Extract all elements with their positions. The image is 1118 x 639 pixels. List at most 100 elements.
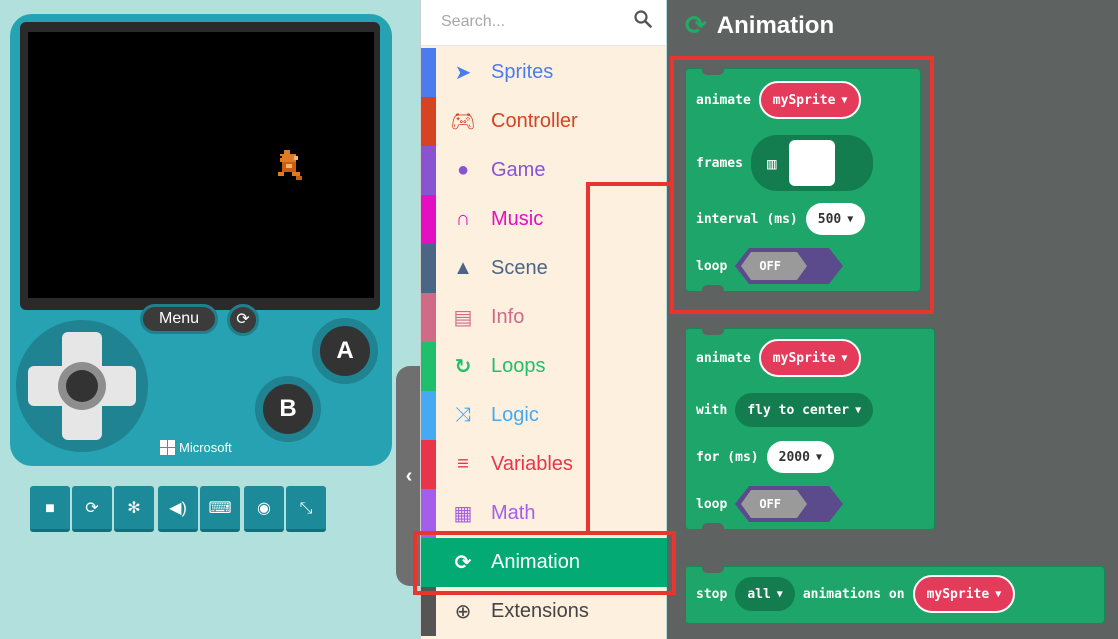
menu-button[interactable]: Menu — [140, 304, 218, 334]
windows-logo-icon — [160, 440, 175, 455]
sprite-dropdown[interactable]: mySprite ▼ — [758, 81, 862, 119]
animate-frames-block[interactable]: animate mySprite ▼ frames ▥ interval (ms… — [685, 68, 921, 292]
duration-dropdown[interactable]: 2000 ▼ — [766, 441, 834, 473]
category-stripe — [421, 489, 436, 538]
loop-toggle[interactable]: OFF — [735, 485, 845, 523]
flyout-title-label: Animation — [716, 11, 835, 39]
loop-value: OFF — [759, 497, 781, 511]
restart-game-button[interactable]: ⟳ — [227, 304, 259, 336]
game-screen[interactable] — [28, 32, 374, 298]
sprite-dropdown[interactable]: mySprite ▼ — [912, 575, 1016, 613]
category-stripe — [421, 244, 436, 293]
simulator-panel: Menu ⟳ A B Microsoft ■ ⟳ ✻ ◀) ⌨ ◉ ⤡ ‹ — [0, 0, 422, 639]
animate-path-block[interactable]: animate mySprite ▼ with fly to center ▼ … — [685, 328, 935, 530]
category-label: Game — [491, 159, 546, 181]
category-label: Music — [491, 208, 544, 230]
category-label: Controller — [491, 110, 578, 132]
category-label: Info — [491, 306, 525, 328]
stop-label: stop — [696, 586, 728, 602]
caret-down-icon: ▼ — [841, 352, 848, 364]
camera-icon: ◉ — [257, 500, 271, 517]
category-stripe — [421, 146, 436, 195]
game-console: Menu ⟳ A B Microsoft — [10, 14, 392, 466]
restart-icon: ⟳ — [236, 311, 250, 328]
category-label: Logic — [491, 404, 539, 426]
category-stripe — [421, 587, 436, 636]
category-info[interactable]: ▤ Info — [421, 293, 667, 342]
id-card-icon: ▤ — [453, 307, 473, 329]
mouse-sprite — [278, 150, 302, 180]
microsoft-logo: Microsoft — [160, 440, 232, 455]
caret-down-icon: ▼ — [776, 588, 783, 600]
category-label: Extensions — [491, 600, 589, 622]
category-loops[interactable]: ↻ Loops — [421, 342, 667, 391]
keyboard-button[interactable]: ⌨ — [200, 486, 240, 532]
collapse-simulator-button[interactable]: ‹ — [396, 366, 422, 586]
category-animation[interactable]: ⟳ Animation — [421, 538, 667, 587]
interval-dropdown[interactable]: 500 ▼ — [805, 203, 866, 235]
frames-preview — [788, 140, 835, 186]
search-input[interactable] — [421, 0, 621, 44]
stop-button[interactable]: ■ — [30, 486, 70, 532]
path-dropdown[interactable]: fly to center ▼ — [735, 393, 874, 427]
mute-button[interactable]: ◀) — [158, 486, 198, 532]
stop-kind-value: all — [747, 586, 771, 602]
tree-icon: ▲ — [453, 257, 473, 279]
loop-value: OFF — [759, 259, 781, 273]
sprite-value: mySprite — [772, 350, 836, 366]
stop-icon: ■ — [45, 500, 55, 517]
category-game[interactable]: ● Game — [421, 146, 667, 195]
list-icon: ≡ — [457, 453, 469, 475]
screen-bezel — [20, 22, 380, 310]
category-music[interactable]: ∩ Music — [421, 195, 667, 244]
category-stripe — [421, 391, 436, 440]
sprite-value: mySprite — [926, 586, 990, 602]
dpad[interactable] — [16, 320, 148, 452]
restart-button[interactable]: ⟳ — [72, 486, 112, 532]
duration-value: 2000 — [778, 449, 810, 465]
flyout-title: ⟳ Animation — [685, 10, 834, 41]
with-label: with — [696, 402, 728, 418]
sound-icon: ◀) — [169, 500, 187, 517]
path-value: fly to center — [747, 402, 850, 418]
sync-icon: ⟳ — [454, 552, 472, 574]
toolbox: ➤ Sprites 🎮︎ Controller ● Game ∩ Music ▲… — [420, 0, 667, 639]
category-controller[interactable]: 🎮︎ Controller — [421, 97, 667, 146]
category-extensions[interactable]: ⊕ Extensions — [421, 587, 667, 636]
category-label: Math — [491, 502, 536, 524]
category-stripe — [421, 538, 436, 587]
caret-down-icon: ▼ — [855, 404, 862, 416]
category-label: Sprites — [491, 61, 554, 83]
loop-label: loop — [696, 258, 728, 274]
category-sprites[interactable]: ➤ Sprites — [421, 48, 667, 97]
category-stripe — [421, 195, 436, 244]
toggle-shape — [735, 486, 844, 522]
category-logic[interactable]: ⤨ Logic — [421, 391, 667, 440]
block-notch — [702, 566, 724, 573]
category-stripe — [421, 342, 436, 391]
category-stripe — [421, 97, 436, 146]
paper-plane-icon: ➤ — [454, 62, 472, 84]
gamepad-icon: 🎮︎ — [450, 111, 476, 133]
fullscreen-button[interactable]: ⤡ — [286, 486, 326, 532]
debug-button[interactable]: ✻ — [114, 486, 154, 532]
sprite-dropdown[interactable]: mySprite ▼ — [758, 339, 862, 377]
category-variables[interactable]: ≡ Variables — [421, 440, 667, 489]
caret-down-icon: ▼ — [847, 213, 854, 225]
category-scene[interactable]: ▲ Scene — [421, 244, 667, 293]
search-box — [421, 0, 666, 46]
toggle-shape — [735, 248, 844, 284]
search-icon[interactable] — [634, 10, 652, 33]
b-button[interactable]: B — [255, 376, 321, 442]
stop-animations-block[interactable]: stop all ▼ animations on mySprite ▼ — [685, 566, 1105, 624]
loop-toggle[interactable]: OFF — [735, 247, 845, 285]
animations-on-label: animations on — [802, 586, 905, 602]
block-notch — [702, 523, 724, 530]
category-math[interactable]: ▦ Math — [421, 489, 667, 538]
caret-down-icon: ▼ — [841, 94, 848, 106]
stop-kind-dropdown[interactable]: all ▼ — [735, 577, 795, 611]
frames-editor[interactable]: ▥ — [750, 135, 873, 191]
a-button[interactable]: A — [312, 318, 378, 384]
screenshot-button[interactable]: ◉ — [244, 486, 284, 532]
category-label: Variables — [491, 453, 573, 475]
